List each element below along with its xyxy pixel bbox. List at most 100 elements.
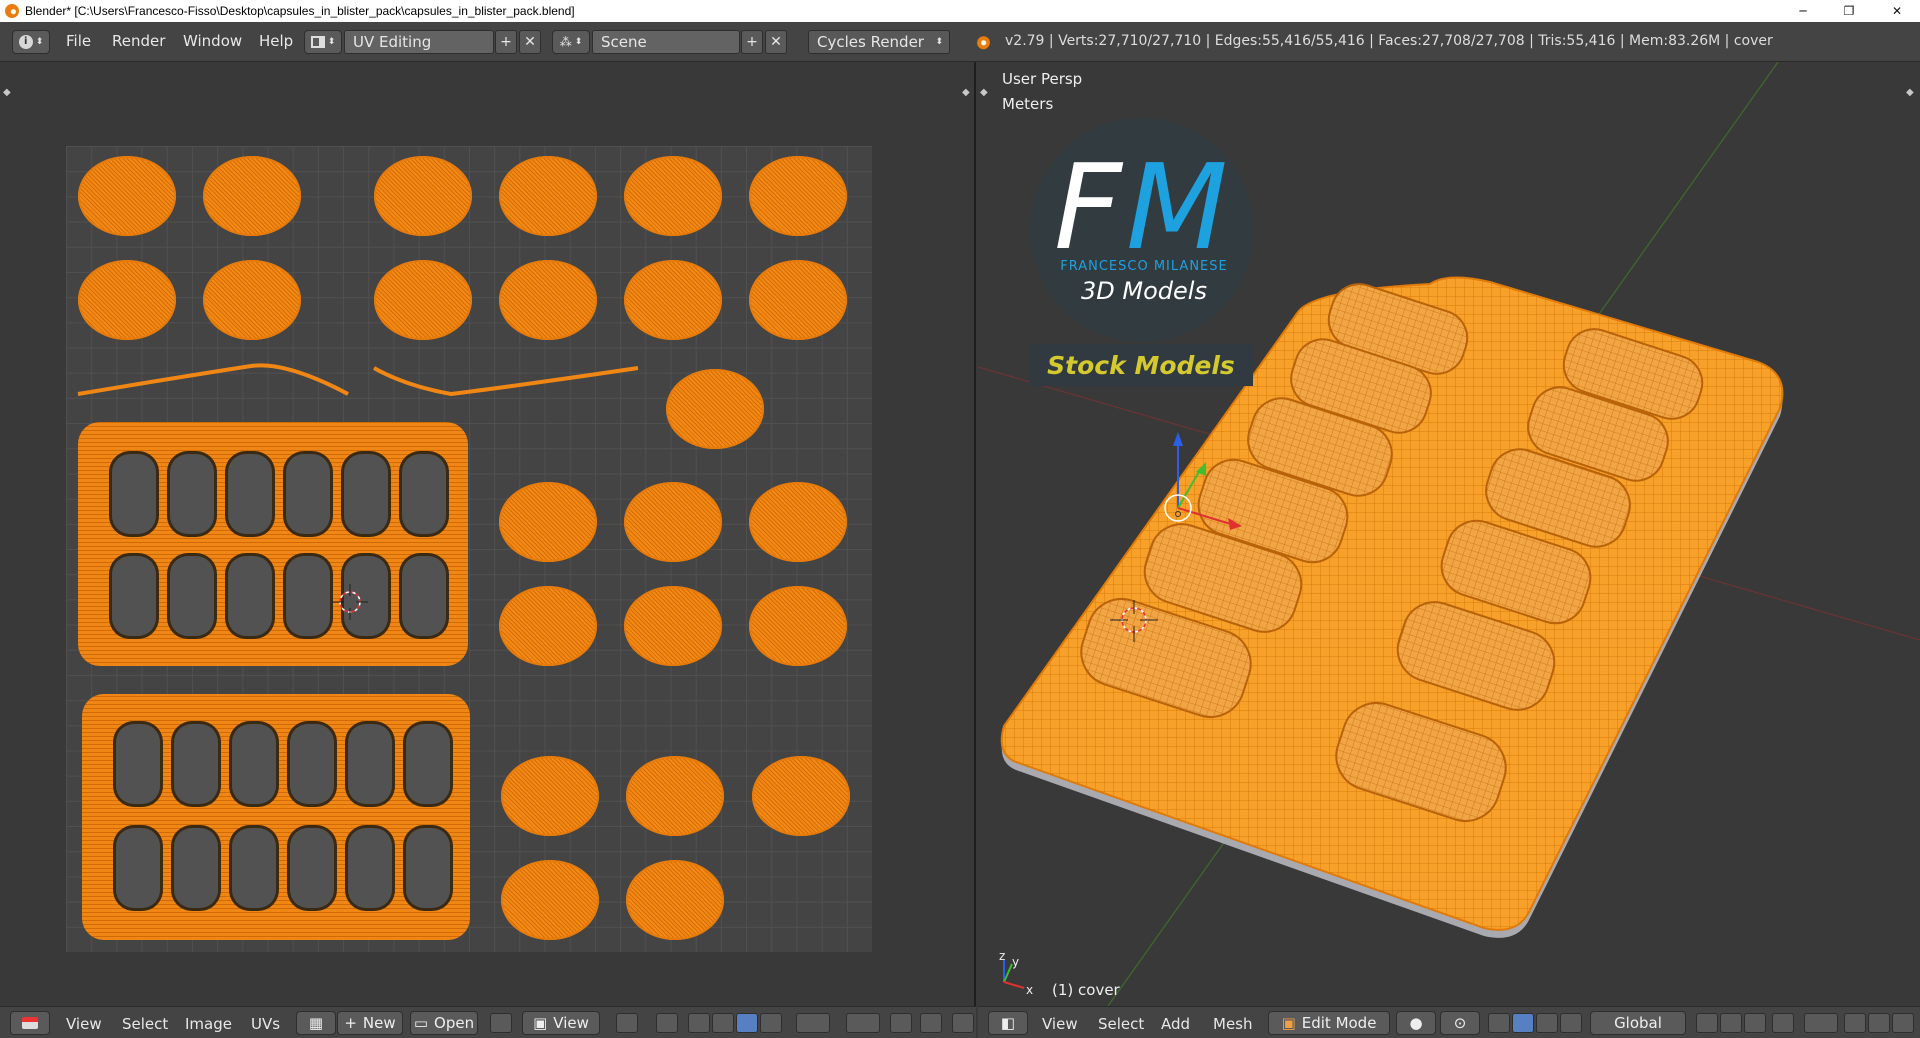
chevron-updown-icon: ⬍ [327, 37, 336, 47]
mode-label: Edit Mode [1301, 1014, 1377, 1032]
viewport-shading-dropdown[interactable]: ● [1396, 1011, 1436, 1035]
uv-island[interactable] [666, 369, 764, 449]
uv-menu-image[interactable]: Image [185, 1015, 232, 1033]
rotate-manipulator-icon[interactable] [1536, 1013, 1558, 1033]
render-engine-label: Cycles Render [817, 33, 924, 51]
editor-type-button[interactable]: ◧ [988, 1011, 1028, 1035]
orientation-label: Global [1614, 1014, 1662, 1032]
open-label: Open [434, 1014, 475, 1032]
transform-orientation-dropdown[interactable]: Global [1590, 1011, 1686, 1035]
uv-island[interactable] [501, 756, 599, 836]
uv-island[interactable] [749, 586, 847, 666]
uv-menu-select[interactable]: Select [122, 1015, 168, 1033]
uv-grid[interactable] [66, 146, 872, 952]
menu-file[interactable]: File [66, 32, 91, 50]
island-select-icon[interactable] [760, 1013, 782, 1033]
render-engine-dropdown[interactable]: Cycles Render ⬍ [808, 30, 950, 54]
add-screen-button[interactable]: + [495, 30, 517, 54]
vertex-select-mode-icon[interactable] [1696, 1013, 1718, 1033]
delete-scene-button[interactable]: ✕ [765, 30, 787, 54]
edge-select-icon[interactable] [712, 1013, 734, 1033]
uv-image-editor[interactable]: ◆ ◆ [0, 62, 976, 1006]
image-browse-button[interactable]: ▦ [296, 1011, 336, 1035]
open-image-button[interactable]: ▭ Open [410, 1011, 478, 1035]
proportional-edit-icon[interactable] [846, 1013, 880, 1033]
uv-island[interactable] [749, 482, 847, 562]
editor-type-info-button[interactable]: i ⬍ [12, 30, 50, 54]
uv-island[interactable] [624, 586, 722, 666]
menu-render[interactable]: Render [112, 32, 165, 50]
menu-window[interactable]: Window [183, 32, 242, 50]
3d-menu-select[interactable]: Select [1098, 1015, 1144, 1033]
pivot-point-dropdown[interactable]: ⊙ [1440, 1011, 1480, 1035]
pivot-icon[interactable] [616, 1013, 638, 1033]
uv-cavity-hole [290, 724, 334, 804]
minimize-button[interactable]: ─ [1780, 0, 1826, 22]
uv-cavity-hole [286, 556, 330, 636]
close-button[interactable]: ✕ [1874, 0, 1920, 22]
view-name-label: User Persp [1002, 70, 1083, 88]
uv-island[interactable] [624, 482, 722, 562]
info-header: i ⬍ File Render Window Help ⬍ UV Editing… [0, 22, 1920, 62]
axis-label-z: z [999, 949, 1005, 963]
uv-island[interactable] [626, 860, 724, 940]
2d-cursor-icon[interactable] [330, 582, 370, 622]
manipulator-toggle-icon[interactable] [1488, 1013, 1510, 1033]
add-scene-button[interactable]: + [741, 30, 763, 54]
uv-island[interactable] [499, 482, 597, 562]
screen-layout-field[interactable]: UV Editing [344, 30, 494, 54]
limit-selection-icon[interactable] [1772, 1013, 1794, 1033]
maximize-button[interactable]: ❐ [1826, 0, 1872, 22]
uv-cavity-hole [402, 454, 446, 534]
sync-selection-icon[interactable] [656, 1013, 678, 1033]
scene-field[interactable]: Scene [592, 30, 740, 54]
uv-blister-sheet-island[interactable] [78, 422, 468, 666]
render-slot-icon[interactable] [952, 1013, 974, 1033]
area-split-arrow-icon[interactable]: ◆ [962, 87, 970, 98]
uv-cavity-hole [344, 454, 388, 534]
area-split-arrow-icon[interactable]: ◆ [3, 87, 11, 98]
snap-toggle-icon[interactable] [1844, 1013, 1866, 1033]
uv-cavity-hole [112, 556, 156, 636]
uv-island[interactable] [626, 756, 724, 836]
uv-island[interactable] [501, 860, 599, 940]
uv-cavity-hole [290, 828, 334, 908]
shading-sphere-icon: ● [1409, 1014, 1423, 1032]
new-image-button[interactable]: + New [337, 1011, 403, 1035]
scene-selector[interactable]: ⁂ ⬍ [552, 30, 590, 54]
plus-icon: + [500, 34, 512, 50]
mode-dropdown[interactable]: ▣ Edit Mode [1268, 1011, 1390, 1035]
snap-target-icon[interactable] [920, 1013, 942, 1033]
scale-manipulator-icon[interactable] [1560, 1013, 1582, 1033]
logo-name: FRANCESCO MILANESE [1060, 259, 1228, 274]
editor-type-button[interactable] [10, 1011, 50, 1035]
translate-manipulator-icon[interactable] [1512, 1013, 1534, 1033]
pin-icon[interactable] [490, 1013, 512, 1033]
view-mode-dropdown[interactable]: ▣ View [522, 1011, 600, 1035]
face-select-icon[interactable] [736, 1013, 758, 1033]
face-select-mode-icon[interactable] [1744, 1013, 1766, 1033]
uv-menu-view[interactable]: View [66, 1015, 102, 1033]
uv-island[interactable] [499, 586, 597, 666]
snap-element-icon[interactable] [1868, 1013, 1890, 1033]
proportional-editing-icon[interactable] [1804, 1013, 1838, 1033]
edge-select-mode-icon[interactable] [1720, 1013, 1742, 1033]
vertex-select-icon[interactable] [688, 1013, 710, 1033]
menu-help[interactable]: Help [259, 32, 293, 50]
snap-icon[interactable] [890, 1013, 912, 1033]
plus-icon: + [344, 1014, 357, 1032]
chevron-updown-icon: ⬍ [935, 37, 943, 47]
screen-layout-selector[interactable]: ⬍ [304, 30, 342, 54]
delete-screen-button[interactable]: ✕ [519, 30, 541, 54]
sticky-mode-icon[interactable] [796, 1013, 830, 1033]
layout-grid-icon [310, 36, 325, 48]
uv-island[interactable] [752, 756, 850, 836]
3d-menu-view[interactable]: View [1042, 1015, 1078, 1033]
layers-icon[interactable] [1892, 1013, 1914, 1033]
uv-menu-uvs[interactable]: UVs [251, 1015, 280, 1033]
close-icon: ✕ [524, 34, 536, 50]
uv-blister-sheet-island[interactable] [82, 694, 470, 940]
view-icon: ▣ [533, 1014, 548, 1032]
3d-menu-add[interactable]: Add [1161, 1015, 1190, 1033]
3d-menu-mesh[interactable]: Mesh [1213, 1015, 1253, 1033]
